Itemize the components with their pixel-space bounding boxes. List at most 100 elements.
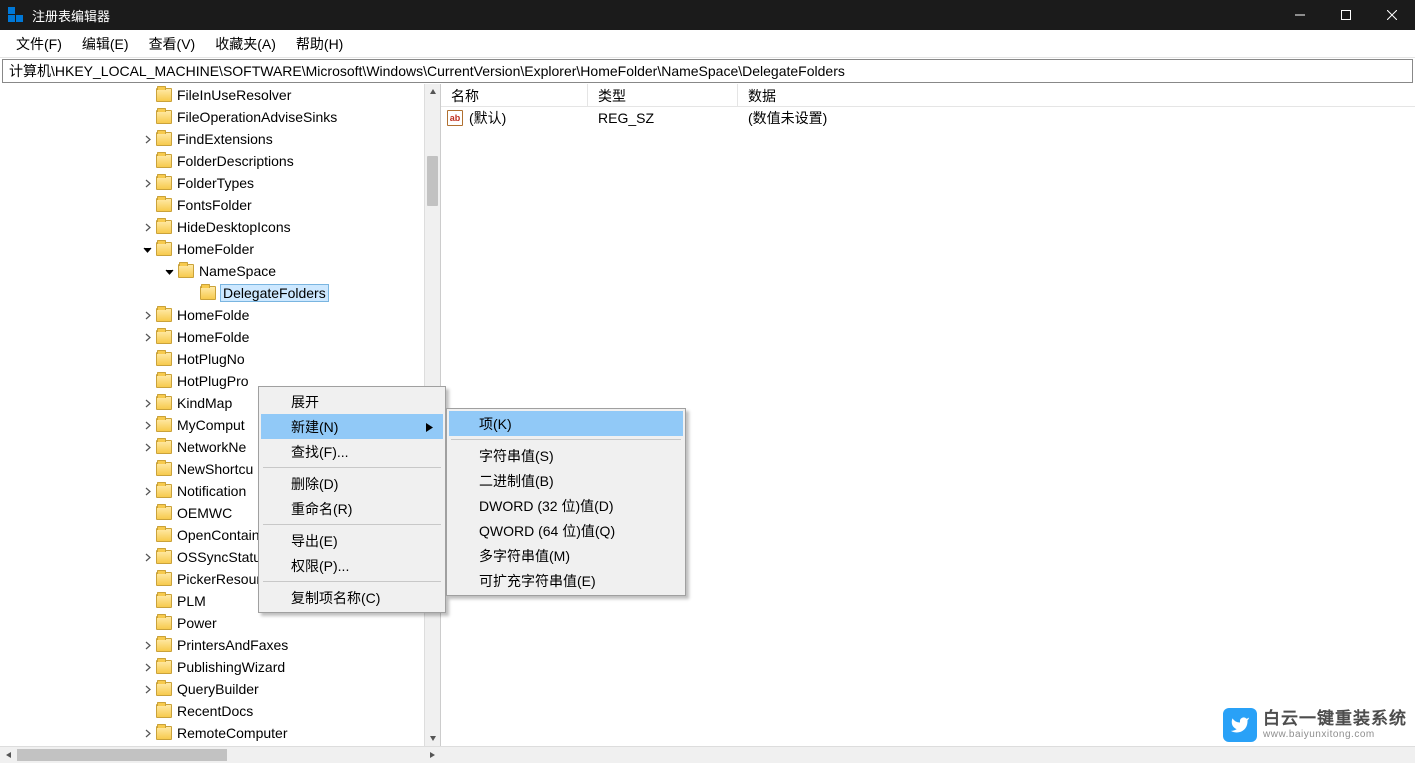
tree-label: NewShortcu <box>177 461 253 477</box>
tree-label: NetworkNe <box>177 439 246 455</box>
tree-label: FolderDescriptions <box>177 153 294 169</box>
expand-chevron-icon[interactable] <box>140 220 154 234</box>
expand-chevron-icon[interactable] <box>140 440 154 454</box>
tree-item[interactable]: RemoteComputer <box>0 722 424 744</box>
tree-item[interactable]: Power <box>0 612 424 634</box>
expand-chevron-icon <box>140 528 154 542</box>
scroll-down-button[interactable] <box>425 730 440 746</box>
tree-item[interactable]: HomeFolde <box>0 304 424 326</box>
tree-item[interactable]: HotPlugNo <box>0 348 424 370</box>
menu-item[interactable]: 权限(P)... <box>261 553 443 578</box>
tree-item[interactable]: PublishingWizard <box>0 656 424 678</box>
minimize-button[interactable] <box>1277 0 1323 30</box>
menu-file[interactable]: 文件(F) <box>6 31 72 57</box>
menu-item[interactable]: 多字符串值(M) <box>449 543 683 568</box>
tree-item[interactable]: PrintersAndFaxes <box>0 634 424 656</box>
expand-chevron-icon <box>140 374 154 388</box>
menu-item-label: 复制项名称(C) <box>291 588 380 608</box>
menu-item-label: 删除(D) <box>291 474 338 494</box>
menu-item[interactable]: 查找(F)... <box>261 439 443 464</box>
value-name: (默认) <box>469 108 506 128</box>
tree-item[interactable]: FolderDescriptions <box>0 150 424 172</box>
scroll-up-button[interactable] <box>425 84 440 100</box>
expand-chevron-icon[interactable] <box>140 726 154 740</box>
menu-item-label: 多字符串值(M) <box>479 546 570 566</box>
scroll-right-button[interactable] <box>423 747 440 763</box>
folder-icon <box>156 660 172 674</box>
expand-chevron-icon[interactable] <box>140 418 154 432</box>
tree-item[interactable]: HideDesktopIcons <box>0 216 424 238</box>
tree-item[interactable]: NameSpace <box>0 260 424 282</box>
menu-help[interactable]: 帮助(H) <box>286 31 353 57</box>
folder-icon <box>156 440 172 454</box>
expand-chevron-icon[interactable] <box>140 660 154 674</box>
column-data[interactable]: 数据 <box>738 84 1415 106</box>
menu-item[interactable]: QWORD (64 位)值(Q) <box>449 518 683 543</box>
expand-chevron-icon[interactable] <box>140 396 154 410</box>
menu-item[interactable]: 新建(N) <box>261 414 443 439</box>
menu-item[interactable]: 展开 <box>261 389 443 414</box>
expand-chevron-icon[interactable] <box>140 132 154 146</box>
scroll-left-button[interactable] <box>0 747 17 763</box>
menu-item[interactable]: 重命名(R) <box>261 496 443 521</box>
expand-chevron-icon[interactable] <box>140 176 154 190</box>
column-type[interactable]: 类型 <box>588 84 738 106</box>
tree-item[interactable]: QueryBuilder <box>0 678 424 700</box>
menu-item-label: 导出(E) <box>291 531 338 551</box>
tree-item[interactable]: FontsFolder <box>0 194 424 216</box>
expand-chevron-icon[interactable] <box>140 308 154 322</box>
menu-item[interactable]: 可扩充字符串值(E) <box>449 568 683 593</box>
menu-item[interactable]: 删除(D) <box>261 471 443 496</box>
string-value-icon: ab <box>447 110 463 126</box>
menu-item[interactable]: 字符串值(S) <box>449 443 683 468</box>
folder-icon <box>156 616 172 630</box>
tree-item[interactable]: RecentDocs <box>0 700 424 722</box>
tree-item[interactable]: FolderTypes <box>0 172 424 194</box>
scroll-thumb[interactable] <box>427 156 438 206</box>
menu-separator <box>263 524 441 525</box>
menu-edit[interactable]: 编辑(E) <box>72 31 139 57</box>
tree-item[interactable]: FileInUseResolver <box>0 84 424 106</box>
expand-chevron-icon[interactable] <box>162 264 176 278</box>
menu-view[interactable]: 查看(V) <box>139 31 206 57</box>
expand-chevron-icon[interactable] <box>140 550 154 564</box>
tree-horizontal-scrollbar[interactable] <box>0 746 1415 763</box>
tree-item[interactable]: HomeFolder <box>0 238 424 260</box>
tree-label: Notification <box>177 483 246 499</box>
folder-icon <box>156 308 172 322</box>
tree-item[interactable]: FileOperationAdviseSinks <box>0 106 424 128</box>
expand-chevron-icon <box>140 506 154 520</box>
expand-chevron-icon[interactable] <box>140 330 154 344</box>
tree-item[interactable]: DelegateFolders <box>0 282 424 304</box>
maximize-button[interactable] <box>1323 0 1369 30</box>
folder-icon <box>156 682 172 696</box>
folder-icon <box>156 242 172 256</box>
tree-item[interactable]: HomeFolde <box>0 326 424 348</box>
tree-item[interactable]: FindExtensions <box>0 128 424 150</box>
expand-chevron-icon[interactable] <box>140 242 154 256</box>
menu-item[interactable]: 项(K) <box>449 411 683 436</box>
menu-item-label: 重命名(R) <box>291 499 352 519</box>
address-bar[interactable]: 计算机\HKEY_LOCAL_MACHINE\SOFTWARE\Microsof… <box>2 59 1413 83</box>
window-buttons <box>1277 0 1415 30</box>
context-menu[interactable]: 展开新建(N)查找(F)... 删除(D) 重命名(R) 导出(E)权限(P)... 复… <box>258 386 446 613</box>
menu-item[interactable]: DWORD (32 位)值(D) <box>449 493 683 518</box>
context-submenu-new[interactable]: 项(K) 字符串值(S)二进制值(B)DWORD (32 位)值(D)QWORD … <box>446 408 686 596</box>
menu-item[interactable]: 复制项名称(C) <box>261 585 443 610</box>
expand-chevron-icon[interactable] <box>140 682 154 696</box>
value-row-default[interactable]: ab(默认) REG_SZ (数值未设置) <box>441 107 1415 129</box>
column-name[interactable]: 名称 <box>441 84 588 106</box>
folder-icon <box>156 704 172 718</box>
hscroll-thumb[interactable] <box>17 749 227 761</box>
tree-label: MyComput <box>177 417 245 433</box>
tree-label: QueryBuilder <box>177 681 259 697</box>
menu-favorites[interactable]: 收藏夹(A) <box>205 31 286 57</box>
menu-item[interactable]: 二进制值(B) <box>449 468 683 493</box>
expand-chevron-icon[interactable] <box>140 484 154 498</box>
folder-icon <box>156 154 172 168</box>
expand-chevron-icon[interactable] <box>140 638 154 652</box>
menu-item-label: 新建(N) <box>291 417 338 437</box>
close-button[interactable] <box>1369 0 1415 30</box>
main-area: FileInUseResolverFileOperationAdviseSink… <box>0 84 1415 746</box>
menu-item[interactable]: 导出(E) <box>261 528 443 553</box>
